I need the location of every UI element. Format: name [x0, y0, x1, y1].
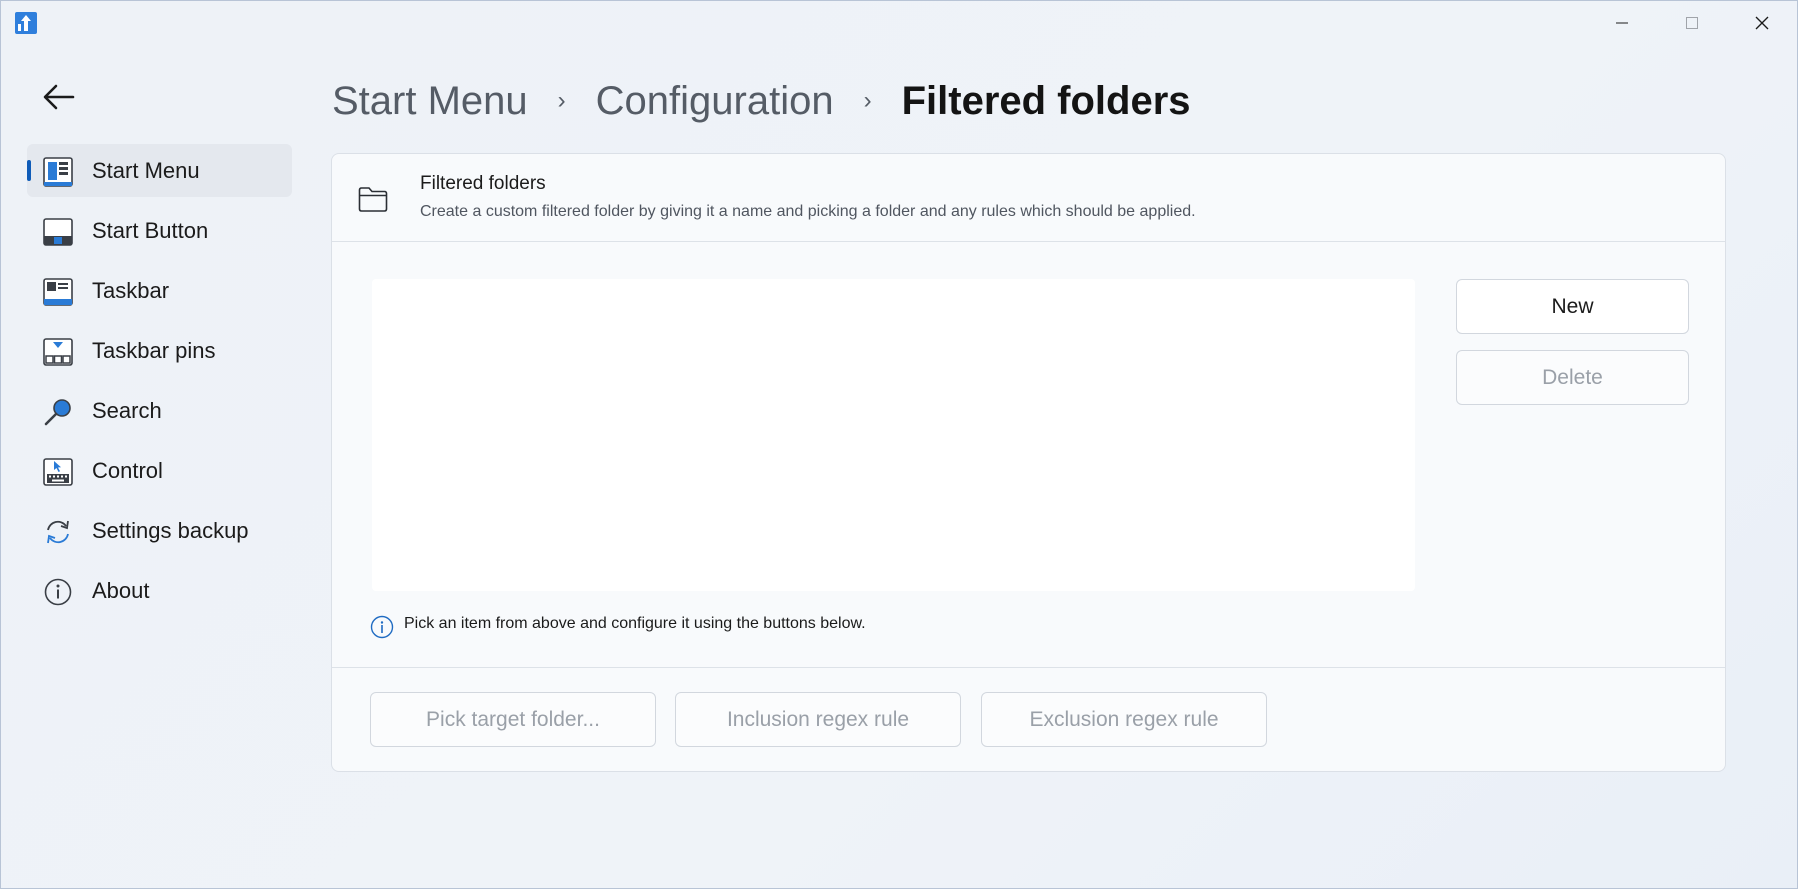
close-button[interactable]: [1727, 1, 1797, 45]
sidebar-item-label: Settings backup: [92, 517, 249, 543]
sidebar-item-label: Start Menu: [92, 157, 200, 183]
info-icon: [370, 615, 394, 639]
maximize-button[interactable]: [1657, 1, 1727, 45]
control-icon: [43, 457, 73, 487]
sidebar-item-settings-backup[interactable]: Settings backup: [27, 504, 292, 557]
app-logo-icon: [14, 11, 38, 35]
card-title: Filtered folders: [420, 173, 546, 194]
page-title: Filtered folders: [901, 78, 1191, 123]
settings-backup-icon: [43, 517, 73, 547]
sidebar-item-taskbar-pins[interactable]: Taskbar pins: [27, 324, 292, 377]
sidebar-item-label: Taskbar pins: [92, 337, 216, 363]
search-icon: [43, 397, 73, 427]
sidebar-item-start-menu[interactable]: Start Menu: [27, 144, 292, 197]
exclusion-regex-rule-button[interactable]: Exclusion regex rule: [981, 692, 1267, 747]
sidebar-item-label: Taskbar: [92, 277, 170, 303]
app-window: Start Menu Start Button Taskbar Taskbar …: [0, 0, 1798, 889]
filtered-folders-list[interactable]: [372, 279, 1415, 591]
breadcrumb-item-configuration[interactable]: Configuration: [596, 79, 834, 124]
sidebar-nav: Start Menu Start Button Taskbar Taskbar …: [27, 144, 292, 624]
card-header: Filtered folders Create a custom filtere…: [332, 154, 1725, 242]
chevron-right-icon: ›: [557, 87, 566, 114]
sidebar-item-control[interactable]: Control: [27, 444, 292, 497]
sidebar-item-label: About: [92, 577, 150, 603]
minimize-button[interactable]: [1587, 1, 1657, 45]
breadcrumb: Start Menu › Configuration › Filtered fo…: [332, 73, 1191, 129]
arrow-left-icon: [43, 84, 75, 110]
sidebar-item-label: Control: [92, 457, 163, 483]
maximize-icon: [1686, 17, 1698, 29]
chevron-right-icon: ›: [863, 87, 872, 114]
breadcrumb-item-start-menu[interactable]: Start Menu: [332, 79, 528, 124]
footer-divider: [332, 667, 1725, 668]
card-description: Create a custom filtered folder by givin…: [420, 203, 1196, 220]
delete-button[interactable]: Delete: [1456, 350, 1689, 405]
close-icon: [1755, 16, 1769, 30]
start-menu-icon: [43, 157, 73, 187]
sidebar-item-about[interactable]: About: [27, 564, 292, 617]
info-hint-text: Pick an item from above and configure it…: [404, 615, 866, 632]
filtered-folders-card: Filtered folders Create a custom filtere…: [331, 153, 1726, 772]
folder-icon: [358, 185, 388, 213]
taskbar-pins-icon: [43, 337, 73, 367]
pick-target-folder-button[interactable]: Pick target folder...: [370, 692, 656, 747]
sidebar-item-label: Search: [92, 397, 162, 423]
minimize-icon: [1616, 22, 1628, 24]
sidebar-item-start-button[interactable]: Start Button: [27, 204, 292, 257]
sidebar-item-label: Start Button: [92, 217, 209, 243]
new-button[interactable]: New: [1456, 279, 1689, 334]
back-button[interactable]: [37, 75, 81, 119]
inclusion-regex-rule-button[interactable]: Inclusion regex rule: [675, 692, 961, 747]
sidebar-item-taskbar[interactable]: Taskbar: [27, 264, 292, 317]
info-icon: [43, 577, 73, 607]
sidebar-item-search[interactable]: Search: [27, 384, 292, 437]
taskbar-icon: [43, 277, 73, 307]
start-button-icon: [43, 217, 73, 247]
